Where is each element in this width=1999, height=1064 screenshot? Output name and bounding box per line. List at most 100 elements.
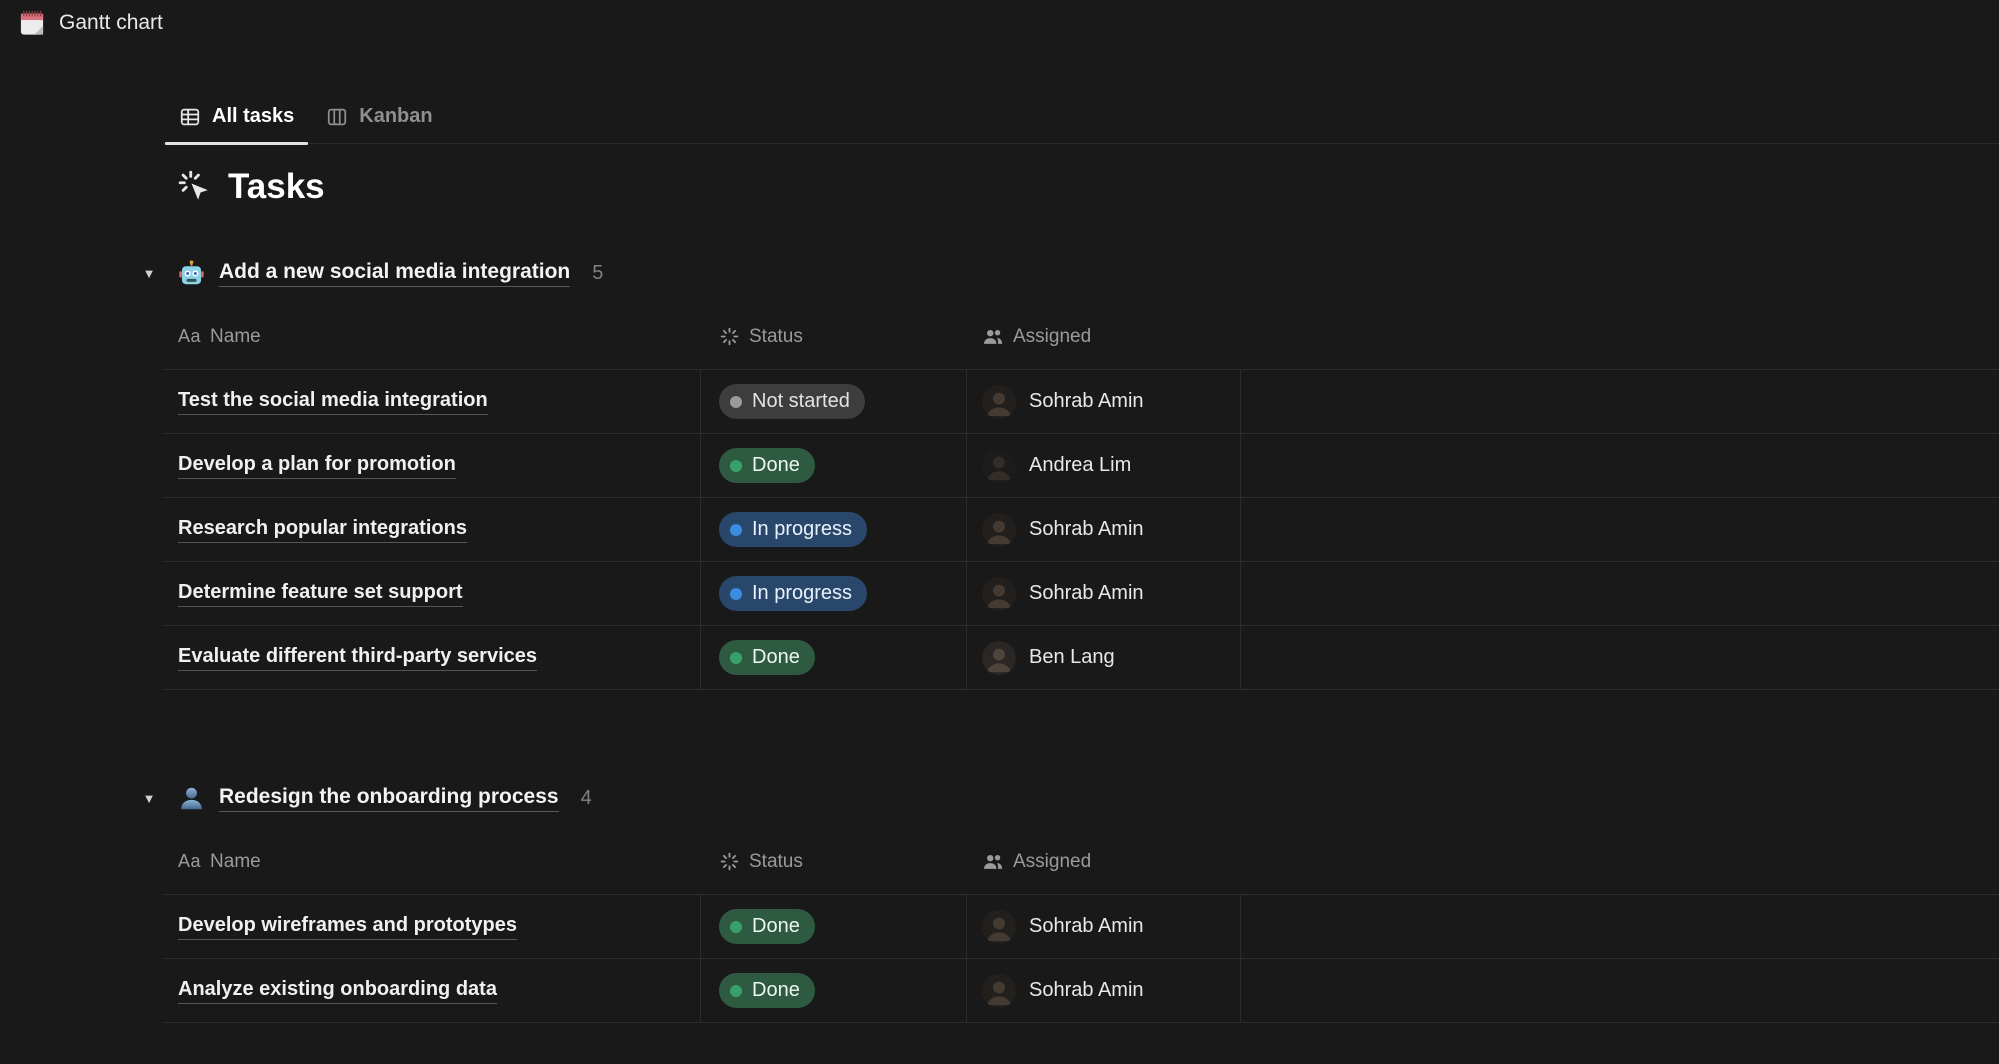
status-pill[interactable]: Done bbox=[719, 640, 815, 675]
name-cell[interactable]: Develop wireframes and prototypes bbox=[163, 895, 701, 959]
assignee-name: Ben Lang bbox=[1029, 646, 1115, 669]
name-cell[interactable]: Research popular integrations bbox=[163, 498, 701, 562]
person-silhouette-emoji-icon bbox=[178, 785, 205, 812]
task-title[interactable]: Develop a plan for promotion bbox=[178, 453, 456, 479]
assigned-cell[interactable]: Sohrab Amin bbox=[967, 959, 1241, 1023]
avatar bbox=[982, 449, 1016, 483]
name-cell[interactable]: Test the social media integration bbox=[163, 370, 701, 434]
assigned-cell[interactable]: Sohrab Amin bbox=[967, 562, 1241, 626]
task-title[interactable]: Research popular integrations bbox=[178, 517, 467, 543]
tab-all-tasks[interactable]: All tasks bbox=[163, 92, 310, 143]
group-header: ▼ Redesign the onboarding process 4 bbox=[178, 776, 1999, 820]
name-cell[interactable]: Analyze existing onboarding data bbox=[163, 959, 701, 1023]
status-spinner-icon bbox=[719, 326, 740, 347]
status-cell[interactable]: In progress bbox=[701, 562, 967, 626]
status-cell[interactable]: Done bbox=[701, 895, 967, 959]
column-header-assigned[interactable]: Assigned bbox=[967, 829, 1241, 895]
group-title[interactable]: Add a new social media integration bbox=[219, 260, 570, 287]
status-dot-icon bbox=[730, 524, 742, 536]
column-header-empty bbox=[1241, 829, 1999, 895]
name-cell[interactable]: Determine feature set support bbox=[163, 562, 701, 626]
status-dot-icon bbox=[730, 652, 742, 664]
click-burst-icon bbox=[178, 170, 212, 204]
status-cell[interactable]: In progress bbox=[701, 498, 967, 562]
status-spinner-icon bbox=[719, 851, 740, 872]
column-header-status[interactable]: Status bbox=[701, 304, 967, 370]
avatar bbox=[982, 577, 1016, 611]
column-header-assigned[interactable]: Assigned bbox=[967, 304, 1241, 370]
view-tab-bar: All tasks Kanban bbox=[163, 86, 1999, 144]
task-title[interactable]: Test the social media integration bbox=[178, 389, 488, 415]
table-header-row: Aa Name Status bbox=[163, 829, 1999, 895]
assignee-name: Sohrab Amin bbox=[1029, 518, 1144, 541]
assignee-name: Sohrab Amin bbox=[1029, 979, 1144, 1002]
status-pill[interactable]: Not started bbox=[719, 384, 865, 419]
empty-cell[interactable] bbox=[1241, 626, 1999, 690]
column-label: Name bbox=[210, 851, 261, 873]
avatar bbox=[982, 513, 1016, 547]
empty-cell[interactable] bbox=[1241, 370, 1999, 434]
name-cell[interactable]: Develop a plan for promotion bbox=[163, 434, 701, 498]
group-collapse-toggle[interactable]: ▼ bbox=[134, 258, 164, 288]
group-title[interactable]: Redesign the onboarding process bbox=[219, 785, 559, 812]
avatar bbox=[982, 641, 1016, 675]
assigned-cell[interactable]: Sohrab Amin bbox=[967, 498, 1241, 562]
assignee-name: Andrea Lim bbox=[1029, 454, 1131, 477]
assigned-cell[interactable]: Sohrab Amin bbox=[967, 895, 1241, 959]
name-cell[interactable]: Evaluate different third-party services bbox=[163, 626, 701, 690]
task-title[interactable]: Evaluate different third-party services bbox=[178, 645, 537, 671]
assignee-name: Sohrab Amin bbox=[1029, 915, 1144, 938]
group-count: 4 bbox=[581, 787, 592, 810]
task-title[interactable]: Analyze existing onboarding data bbox=[178, 978, 497, 1004]
status-cell[interactable]: Done bbox=[701, 434, 967, 498]
empty-cell[interactable] bbox=[1241, 959, 1999, 1023]
tasks-table: Aa Name Status bbox=[163, 829, 1999, 1023]
table-row: Determine feature set support In progres… bbox=[163, 562, 1999, 626]
avatar bbox=[982, 385, 1016, 419]
group-header: ▼ Add a new social media integration 5 bbox=[178, 251, 1999, 295]
group-onboarding: ▼ Redesign the onboarding process 4 Aa N… bbox=[163, 776, 1999, 1023]
task-title[interactable]: Develop wireframes and prototypes bbox=[178, 914, 517, 940]
status-dot-icon bbox=[730, 985, 742, 997]
database-title-row: Tasks bbox=[178, 164, 1999, 210]
column-label: Status bbox=[749, 326, 803, 348]
assignee-name: Sohrab Amin bbox=[1029, 582, 1144, 605]
assigned-cell[interactable]: Sohrab Amin bbox=[967, 370, 1241, 434]
empty-cell[interactable] bbox=[1241, 498, 1999, 562]
column-label: Assigned bbox=[1013, 326, 1091, 348]
status-pill[interactable]: In progress bbox=[719, 576, 867, 611]
column-header-name[interactable]: Aa Name bbox=[163, 304, 701, 370]
column-label: Name bbox=[210, 326, 261, 348]
status-dot-icon bbox=[730, 396, 742, 408]
status-pill[interactable]: Done bbox=[719, 448, 815, 483]
status-cell[interactable]: Done bbox=[701, 959, 967, 1023]
status-pill[interactable]: In progress bbox=[719, 512, 867, 547]
group-social-media: ▼ Add a new social media integration 5 A bbox=[163, 251, 1999, 690]
empty-cell[interactable] bbox=[1241, 895, 1999, 959]
task-title[interactable]: Determine feature set support bbox=[178, 581, 463, 607]
breadcrumb[interactable]: Gantt chart bbox=[18, 9, 163, 37]
column-header-name[interactable]: Aa Name bbox=[163, 829, 701, 895]
text-type-icon: Aa bbox=[178, 851, 201, 872]
board-view-icon bbox=[326, 106, 348, 128]
status-cell[interactable]: Not started bbox=[701, 370, 967, 434]
avatar bbox=[982, 910, 1016, 944]
group-count: 5 bbox=[592, 262, 603, 285]
assigned-cell[interactable]: Andrea Lim bbox=[967, 434, 1241, 498]
tasks-table: Aa Name Status bbox=[163, 304, 1999, 690]
status-pill[interactable]: Done bbox=[719, 909, 815, 944]
column-header-empty bbox=[1241, 304, 1999, 370]
tab-kanban[interactable]: Kanban bbox=[310, 92, 448, 143]
column-header-status[interactable]: Status bbox=[701, 829, 967, 895]
robot-emoji-icon bbox=[178, 260, 205, 287]
tab-label: Kanban bbox=[359, 105, 432, 128]
empty-cell[interactable] bbox=[1241, 562, 1999, 626]
group-collapse-toggle[interactable]: ▼ bbox=[134, 783, 164, 813]
spiral-calendar-emoji-icon bbox=[18, 9, 46, 37]
assigned-cell[interactable]: Ben Lang bbox=[967, 626, 1241, 690]
empty-cell[interactable] bbox=[1241, 434, 1999, 498]
column-label: Assigned bbox=[1013, 851, 1091, 873]
database-title[interactable]: Tasks bbox=[228, 167, 325, 207]
status-cell[interactable]: Done bbox=[701, 626, 967, 690]
status-pill[interactable]: Done bbox=[719, 973, 815, 1008]
